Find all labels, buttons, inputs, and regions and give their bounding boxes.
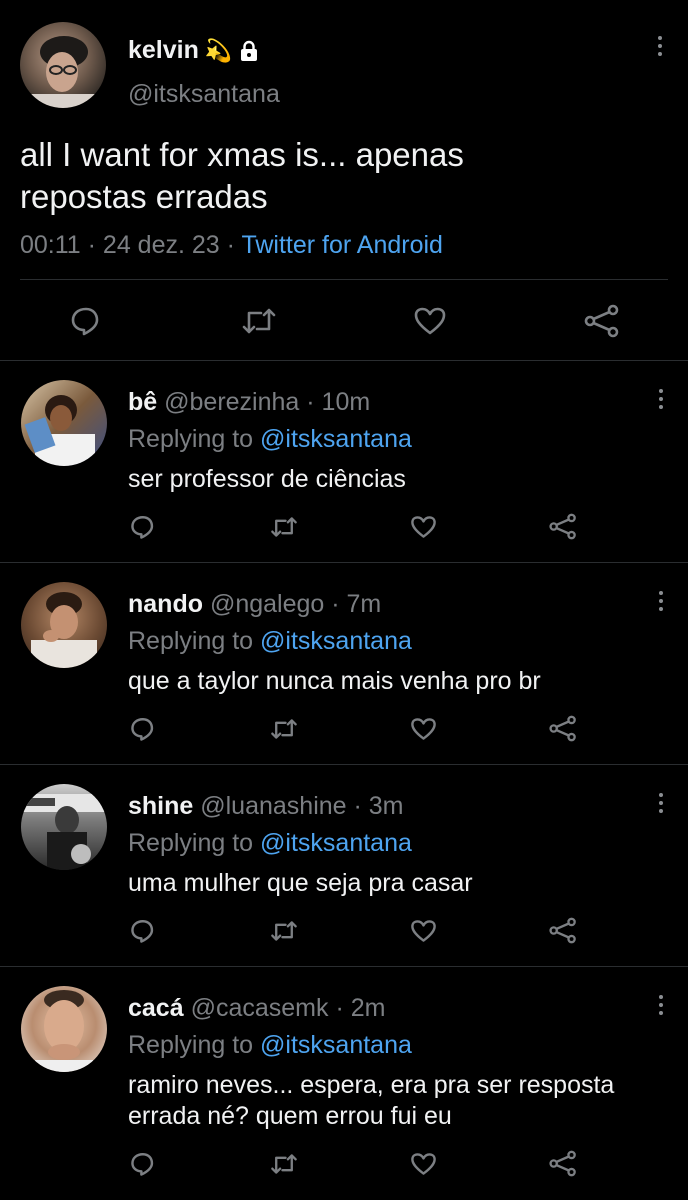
replying-to-label: Replying to bbox=[128, 425, 254, 453]
reply-avatar[interactable] bbox=[21, 784, 107, 870]
reply-icon[interactable] bbox=[70, 305, 102, 337]
reply-text-line-2: errada né? quem errou fui eu bbox=[128, 1102, 452, 1130]
reply-icon[interactable] bbox=[130, 514, 156, 540]
more-options-icon[interactable] bbox=[656, 793, 666, 813]
reply-author-name[interactable]: shine bbox=[128, 792, 193, 820]
share-icon[interactable] bbox=[549, 1150, 577, 1177]
tweet-source-link[interactable]: Twitter for Android bbox=[241, 231, 442, 259]
more-options-icon[interactable] bbox=[656, 995, 666, 1015]
reply-meta: @luanashine · 3m bbox=[200, 792, 404, 820]
section-divider bbox=[0, 966, 688, 967]
reply-author-name[interactable]: bê bbox=[128, 388, 157, 416]
replying-to-handle[interactable]: @itsksantana bbox=[260, 829, 412, 857]
reply-avatar[interactable] bbox=[21, 986, 107, 1072]
reply-avatar[interactable] bbox=[21, 582, 107, 668]
heart-icon[interactable] bbox=[410, 919, 437, 943]
retweet-icon[interactable] bbox=[241, 306, 277, 336]
more-options-icon[interactable] bbox=[656, 591, 666, 611]
reply-meta: @ngalego · 7m bbox=[209, 590, 382, 618]
author-display-name[interactable]: kelvin bbox=[128, 36, 199, 65]
heart-icon[interactable] bbox=[410, 515, 437, 539]
retweet-icon[interactable] bbox=[270, 515, 298, 539]
replying-to-handle[interactable]: @itsksantana bbox=[260, 1031, 412, 1059]
name-emoji: 💫 bbox=[204, 37, 233, 63]
replying-to-label: Replying to bbox=[128, 1031, 254, 1059]
reply-text-line-1: ramiro neves... espera, era pra ser resp… bbox=[128, 1071, 615, 1099]
replying-to-label: Replying to bbox=[128, 627, 254, 655]
tweet-divider bbox=[20, 279, 668, 280]
reply-text: uma mulher que seja pra casar bbox=[128, 869, 473, 897]
lock-icon bbox=[238, 40, 260, 62]
reply-meta: @cacasemk · 2m bbox=[190, 994, 386, 1022]
reply-author-name[interactable]: nando bbox=[128, 590, 203, 618]
heart-icon[interactable] bbox=[413, 306, 447, 336]
reply-avatar[interactable] bbox=[21, 380, 107, 466]
more-options-icon[interactable] bbox=[656, 389, 666, 409]
reply-author-name[interactable]: cacá bbox=[128, 994, 184, 1022]
retweet-icon[interactable] bbox=[270, 1152, 298, 1176]
section-divider bbox=[0, 764, 688, 765]
author-handle[interactable]: @itsksantana bbox=[128, 80, 280, 109]
section-divider bbox=[0, 562, 688, 563]
heart-icon[interactable] bbox=[410, 1152, 437, 1176]
reply-text: ser professor de ciências bbox=[128, 465, 406, 493]
heart-icon[interactable] bbox=[410, 717, 437, 741]
replying-to-label: Replying to bbox=[128, 829, 254, 857]
tweet-text-line-1: all I want for xmas is... apenas bbox=[20, 136, 464, 173]
share-icon[interactable] bbox=[549, 715, 577, 742]
section-divider bbox=[0, 360, 688, 361]
share-icon[interactable] bbox=[584, 304, 620, 338]
share-icon[interactable] bbox=[549, 513, 577, 540]
retweet-icon[interactable] bbox=[270, 919, 298, 943]
more-options-icon[interactable] bbox=[655, 36, 665, 56]
tweet-text-line-2: repostas erradas bbox=[20, 178, 268, 215]
replying-to-handle[interactable]: @itsksantana bbox=[260, 425, 412, 453]
tweet-timestamp: 00:11 · 24 dez. 23 · bbox=[20, 231, 235, 259]
share-icon[interactable] bbox=[549, 917, 577, 944]
replying-to-handle[interactable]: @itsksantana bbox=[260, 627, 412, 655]
retweet-icon[interactable] bbox=[270, 717, 298, 741]
reply-text: que a taylor nunca mais venha pro br bbox=[128, 667, 541, 695]
reply-icon[interactable] bbox=[130, 716, 156, 742]
reply-icon[interactable] bbox=[130, 918, 156, 944]
author-avatar[interactable] bbox=[20, 22, 106, 108]
reply-meta: @berezinha · 10m bbox=[164, 388, 371, 416]
reply-icon[interactable] bbox=[130, 1151, 156, 1177]
